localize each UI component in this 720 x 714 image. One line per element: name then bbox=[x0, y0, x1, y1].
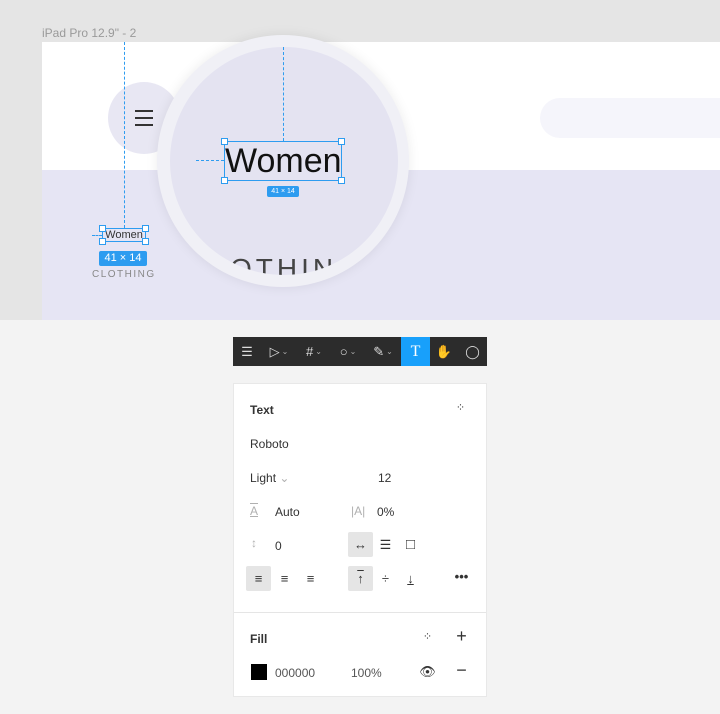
magnified-clothing-text: OTHIN bbox=[230, 253, 338, 275]
hand-tool[interactable]: ✋ bbox=[430, 337, 458, 366]
measure-guide bbox=[283, 47, 284, 141]
chevron-down-icon: ⌄ bbox=[315, 347, 322, 356]
letter-spacing-input[interactable]: 0% bbox=[377, 505, 394, 519]
hand-icon: ✋ bbox=[435, 343, 453, 359]
resize-handle[interactable] bbox=[142, 238, 149, 245]
fill-section-title: Fill bbox=[250, 632, 268, 646]
measure-guide bbox=[124, 42, 125, 228]
text-icon: T bbox=[410, 342, 421, 360]
size-badge: 41 × 14 bbox=[267, 186, 299, 197]
paragraph-spacing-input[interactable]: 0 bbox=[275, 539, 282, 553]
chevron-down-icon: ⌄ bbox=[281, 347, 289, 356]
fill-styles-grid-icon[interactable]: ⁘ bbox=[415, 625, 440, 650]
ellipse-icon: ○ bbox=[339, 344, 348, 359]
chevron-down-icon: ⌄ bbox=[349, 347, 357, 356]
font-family-select[interactable]: Roboto bbox=[250, 437, 289, 451]
resize-handle[interactable] bbox=[99, 238, 106, 245]
resize-handle bbox=[221, 177, 228, 184]
frame-tool[interactable]: # ⌄ bbox=[297, 337, 331, 366]
font-size-input[interactable]: 12 bbox=[378, 471, 391, 485]
magnifier: Women 41 × 14 OTHIN bbox=[170, 47, 398, 275]
comment-tool[interactable]: ◯ bbox=[458, 337, 487, 366]
selected-text-layer[interactable]: Women bbox=[99, 225, 149, 245]
resize-handle[interactable] bbox=[142, 225, 149, 232]
size-badge: 41 × 14 bbox=[99, 251, 147, 266]
line-height-input[interactable]: Auto bbox=[275, 505, 300, 519]
auto-width-icon: ↔ bbox=[354, 537, 367, 552]
women-text: Women bbox=[105, 229, 143, 241]
move-icon: ▷ bbox=[269, 343, 280, 359]
line-height-icon: A bbox=[250, 504, 259, 518]
resize-handle bbox=[338, 177, 345, 184]
comment-icon: ◯ bbox=[465, 343, 480, 359]
text-tool[interactable]: T bbox=[401, 337, 430, 366]
menu-icon: ☰ bbox=[241, 343, 253, 359]
align-top-icon: ↑ bbox=[357, 571, 364, 586]
frame-label[interactable]: iPad Pro 12.9" - 2 bbox=[42, 26, 136, 40]
pen-icon: ✎ bbox=[373, 343, 385, 359]
align-center-button[interactable]: ≡ bbox=[272, 566, 297, 591]
properties-panel: Text ⁘ Roboto Light ⌄ 12 A Auto |A| 0% ↕… bbox=[233, 383, 487, 697]
shape-tool[interactable]: ○ ⌄ bbox=[331, 337, 365, 366]
align-bottom-button[interactable]: ↓ bbox=[398, 566, 423, 591]
measure-guide bbox=[92, 235, 102, 236]
letter-spacing-icon: |A| bbox=[351, 504, 366, 518]
more-options-button[interactable]: ••• bbox=[449, 564, 474, 589]
women-text: Women bbox=[225, 142, 342, 180]
fill-opacity-input[interactable]: 100% bbox=[351, 666, 382, 680]
menu-tool[interactable]: ☰ bbox=[233, 337, 261, 366]
chevron-down-icon: ⌄ bbox=[386, 347, 393, 356]
remove-fill-button[interactable]: − bbox=[449, 658, 474, 683]
resize-handle bbox=[221, 138, 228, 145]
resize-handle bbox=[338, 138, 345, 145]
divider bbox=[234, 612, 486, 613]
fixed-size-button[interactable]: □ bbox=[398, 532, 423, 557]
canvas[interactable]: iPad Pro 12.9" - 2 Women 41 × 14 CLOTHIN… bbox=[0, 0, 720, 320]
align-middle-button[interactable]: ÷ bbox=[373, 566, 398, 591]
fill-hex-input[interactable]: 000000 bbox=[275, 666, 315, 680]
add-fill-button[interactable]: + bbox=[449, 624, 474, 649]
align-left-icon: ≡ bbox=[254, 571, 263, 586]
search-bar bbox=[540, 98, 720, 138]
frame-icon: # bbox=[306, 344, 314, 359]
fill-color-swatch[interactable] bbox=[251, 664, 267, 680]
auto-height-button[interactable]: ☰ bbox=[373, 532, 398, 557]
move-tool[interactable]: ▷ ⌄ bbox=[261, 337, 297, 366]
text-section-title: Text bbox=[250, 403, 274, 417]
chevron-down-icon: ⌄ bbox=[279, 471, 290, 485]
resize-handle[interactable] bbox=[99, 225, 106, 232]
clothing-text[interactable]: CLOTHING bbox=[92, 269, 154, 280]
align-right-button[interactable]: ≡ bbox=[298, 566, 323, 591]
font-weight-value: Light bbox=[250, 471, 277, 485]
styles-grid-icon[interactable]: ⁘ bbox=[448, 396, 473, 421]
magnified-text-layer: Women bbox=[221, 138, 345, 184]
toolbar: ☰ ▷ ⌄ # ⌄ ○ ⌄ ✎ ⌄ T ✋ ◯ bbox=[233, 337, 487, 366]
eye-icon[interactable]: 👁 bbox=[415, 659, 440, 684]
paragraph-spacing-icon: ↕ bbox=[251, 536, 257, 550]
font-weight-select[interactable]: Light ⌄ bbox=[250, 471, 289, 485]
measure-guide bbox=[196, 160, 224, 161]
pen-tool[interactable]: ✎ ⌄ bbox=[365, 337, 401, 366]
